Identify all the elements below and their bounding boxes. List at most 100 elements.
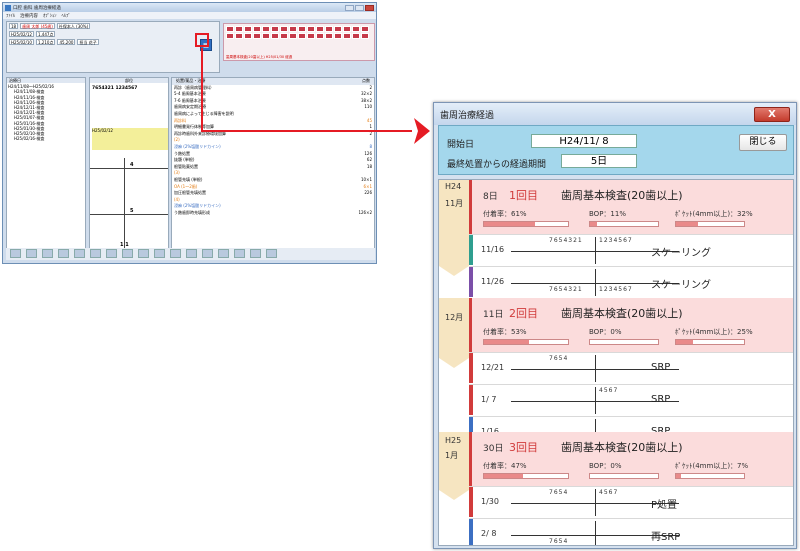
treatment-item-points: 18 (366, 163, 372, 169)
exam-row[interactable]: 11日 2回目 歯周基本検査(20歯以上) 付着率：53% BOP：0% ﾎﾟｹ… (469, 298, 793, 352)
close-window-button[interactable] (365, 4, 374, 11)
month-label: 12月 (445, 313, 464, 322)
exam-name: 歯周基本検査(20歯以上) (561, 441, 683, 454)
menu-help[interactable]: ﾍﾙﾌﾟ (62, 13, 71, 19)
treatment-item-points: 10×1 (361, 176, 372, 182)
patient-panel: 18 歯周 太郎 (45歳) 社保本人 (30%) H25/02/12 1,44… (6, 21, 220, 73)
treatment-item[interactable]: 抜髄 (単根) 62 (174, 157, 372, 164)
amount-2: 1,210点 (35, 39, 56, 45)
teeth-grid (224, 24, 374, 41)
toolbar-button[interactable] (250, 249, 261, 258)
treatment-item-text: 根管貼薬処置 (174, 163, 198, 169)
treatment-item-text: 歯周病によって生じる障害を説明 (174, 110, 234, 116)
treatment-row[interactable]: 1/167654SRP (469, 416, 793, 432)
exam-row[interactable]: 30日 3回目 歯周基本検査(20歯以上) 付着率：47% BOP：0% ﾎﾟｹ… (469, 432, 793, 486)
treatment-item[interactable]: 加圧根管充填処置 226 (174, 190, 372, 197)
treatment-date: 12/21 (481, 363, 505, 372)
treatment-item-points: 226 (364, 190, 372, 196)
treatment-row[interactable]: 11/26 7654321 1234567 スケーリング (469, 266, 793, 297)
toolbar-button[interactable] (42, 249, 53, 258)
month-label: 1月 (445, 451, 459, 460)
toolbar-button[interactable] (234, 249, 245, 258)
treatment-date: 11/26 (481, 277, 505, 286)
bop-bar (589, 221, 659, 227)
exam-day: 30日 (483, 444, 504, 454)
treatment-row[interactable]: 11/16 7654321 1234567 スケーリング (469, 234, 793, 265)
bottom-toolbar (6, 248, 375, 260)
treatment-row[interactable]: 1/30 7654 4567 P処置 (469, 486, 793, 517)
start-value: H24/11/ 8 (531, 134, 637, 148)
toolbar-button[interactable] (10, 249, 21, 258)
toolbar-button[interactable] (58, 249, 69, 258)
visit-date-2: H25/02/10 (9, 39, 34, 45)
teeth-lower-left: 7654321 (549, 286, 583, 293)
toolbar-button[interactable] (122, 249, 133, 258)
toolbar-button[interactable] (202, 249, 213, 258)
treatment-item[interactable]: 歯周病安定期治療 110 (174, 104, 372, 111)
tooth-line-vertical (595, 419, 596, 432)
elapsed-value: 5日 (561, 154, 637, 168)
teeth-upper-right: 4567 (599, 387, 619, 394)
treatment-row[interactable]: 2/ 8 7654 再SRP (469, 518, 793, 545)
tooth-line-vertical (595, 237, 596, 264)
treatment-row[interactable]: 1/ 7 4567 SRP (469, 384, 793, 415)
treatment-item[interactable]: 根管充填 (単根) 10×1 (174, 177, 372, 184)
toolbar-button[interactable] (266, 249, 277, 258)
treatment-item[interactable]: 根管貼薬処置 18 (174, 164, 372, 171)
tooth-line-vertical (595, 387, 596, 414)
menu-treatment[interactable]: 治療内容 (20, 13, 38, 19)
treatment-item[interactable]: う蝕処置 126 (174, 151, 372, 158)
treatment-item[interactable]: 5-4 歯周基本治療 32×2 (174, 91, 372, 98)
toolbar-button[interactable] (218, 249, 229, 258)
treatment-item[interactable]: (3) (174, 170, 372, 177)
teeth-upper-left: 7654321 (549, 237, 583, 244)
plaque-label: 付着率：61% (483, 210, 527, 218)
menu-options[interactable]: ｵﾌﾟｼｮﾝ (43, 13, 57, 19)
plaque-bar (483, 339, 569, 345)
toolbar-button[interactable] (106, 249, 117, 258)
bop-bar (589, 473, 659, 479)
app-icon (5, 4, 11, 11)
toolbar-button[interactable] (90, 249, 101, 258)
treatment-item[interactable]: 浸麻 (2%塩酸リドカイン) 8 (174, 144, 372, 151)
pocket-bar (675, 339, 745, 345)
tooth-panel: 部位 7654321 1234567 H25/02/12 4 5 1 1 (89, 77, 169, 253)
tree-item[interactable]: H25/02/16-検査 (8, 136, 84, 141)
toolbar-button[interactable] (26, 249, 37, 258)
exam-row[interactable]: 8日 1回目 歯周基本検査(20歯以上) 付着率：61% BOP：11% ﾎﾟｹ… (469, 180, 793, 234)
treatment-item-text: う蝕歯即時充填形成 (174, 209, 210, 215)
minimize-button[interactable] (345, 4, 354, 11)
toolbar-button[interactable] (74, 249, 85, 258)
exam-count: 3回目 (509, 441, 538, 454)
treatment-row[interactable]: 12/21 7654 SRP (469, 352, 793, 383)
menu-bar: ﾌｧｲﾙ 治療内容 ｵﾌﾟｼｮﾝ ﾍﾙﾌﾟ (3, 12, 376, 19)
dental-chart[interactable]: 歯周基本検査(20歯以上) H25/01/30 経過 (223, 23, 375, 61)
treatment-color-bar (469, 487, 473, 517)
treatment-item-points: 110 (364, 104, 372, 110)
chart-link[interactable]: 歯周基本検査(20歯以上) H25/01/30 経過 (226, 55, 292, 60)
month-band: H24 11月 (439, 180, 469, 276)
popup-close-x-button[interactable]: X (754, 106, 790, 122)
toolbar-button[interactable] (138, 249, 149, 258)
treatment-item-text: 根管充填 (単根) (174, 176, 203, 182)
maximize-button[interactable] (355, 4, 364, 11)
toolbar-button[interactable] (186, 249, 197, 258)
menu-file[interactable]: ﾌｧｲﾙ (6, 13, 15, 19)
close-button[interactable]: 閉じる (739, 134, 787, 151)
pocket-label: ﾎﾟｹｯﾄ(4mm以上)：32% (675, 210, 753, 218)
selected-visit[interactable]: H25/02/12 (92, 128, 168, 150)
window-controls (345, 4, 374, 11)
toolbar-button[interactable] (170, 249, 181, 258)
exam-name: 歯周基本検査(20歯以上) (561, 307, 683, 320)
treatment-name: 再SRP (651, 532, 681, 543)
treatment-item[interactable]: (2) (174, 137, 372, 144)
tooth-line-vertical (595, 269, 596, 296)
treatment-date: 2/ 8 (481, 529, 497, 538)
treatment-item-text: 加圧根管充填処置 (174, 190, 206, 196)
treatment-item-points: 8 (369, 143, 372, 149)
toolbar-button[interactable] (154, 249, 165, 258)
treatment-item[interactable]: 浸麻 (2%塩酸リドカイン) (174, 203, 372, 210)
treatment-item-text: 抜髄 (単根) (174, 157, 195, 163)
treatment-item[interactable]: 歯周病によって生じる障害を説明 (174, 111, 372, 118)
treatment-item[interactable]: う蝕歯即時充填形成 126×2 (174, 210, 372, 217)
